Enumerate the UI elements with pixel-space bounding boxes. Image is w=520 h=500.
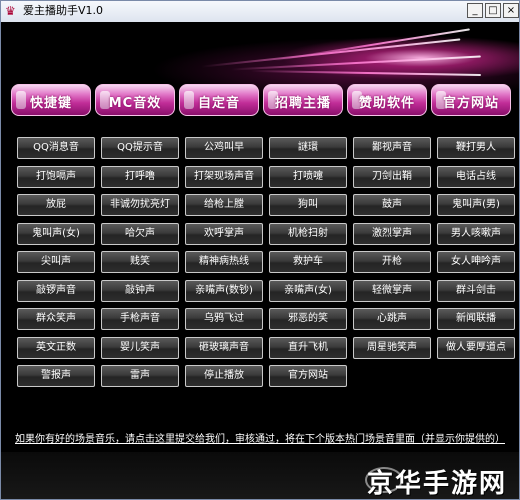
sound-button[interactable]: 鄙视声音: [353, 137, 431, 159]
sound-button[interactable]: 打呼噜: [101, 165, 179, 188]
close-button[interactable]: ×: [503, 3, 519, 18]
sound-button[interactable]: 群斗剑击: [437, 279, 515, 302]
sound-button[interactable]: 非诚勿扰亮灯: [101, 194, 179, 216]
sound-button[interactable]: 公鸡叫早: [185, 137, 263, 159]
sound-button[interactable]: 鬼叫声(女): [17, 222, 95, 245]
sound-button[interactable]: 刀剑出鞘: [353, 165, 431, 188]
sound-button[interactable]: 砸玻璃声音: [185, 336, 263, 359]
sound-button[interactable]: 新闻联播: [437, 308, 515, 330]
sound-button[interactable]: 周星驰笑声: [353, 336, 431, 359]
sound-button[interactable]: 做人要厚道点: [437, 336, 515, 359]
sound-button[interactable]: 停止播放: [185, 365, 263, 387]
sound-button[interactable]: 鼓声: [353, 194, 431, 216]
watermark-text: 京华手游网: [366, 469, 507, 499]
sound-button[interactable]: 机枪扫射: [269, 222, 347, 245]
sound-button[interactable]: 轻微掌声: [353, 279, 431, 302]
nav-label: MC音效: [108, 96, 162, 111]
title-bar[interactable]: ♛ 爱主播助手V1.0 _ □ ×: [1, 1, 519, 23]
minimize-button[interactable]: _: [467, 3, 483, 18]
sound-button[interactable]: 亲嘴声(女): [269, 279, 347, 302]
main-content: 快捷键 MC音效 自定音 招聘主播 赞助软件 官方网站 QQ消息音 QQ提示音 公鸡…: [1, 22, 519, 499]
sound-button[interactable]: 开枪: [353, 251, 431, 273]
nav-website-button[interactable]: 官方网站: [431, 84, 511, 116]
sound-button[interactable]: 贱笑: [101, 251, 179, 273]
sound-button[interactable]: 哈欠声: [101, 222, 179, 245]
sound-button[interactable]: 敲锣声音: [17, 279, 95, 302]
app-icon: ♛: [5, 4, 16, 18]
sound-button[interactable]: 打饱嗝声: [17, 165, 95, 188]
sound-button[interactable]: 打架现场声音: [185, 165, 263, 188]
nav-custom-sound-button[interactable]: 自定音: [179, 84, 259, 116]
window-title: 爱主播助手V1.0: [23, 4, 104, 17]
sound-button[interactable]: 官方网站: [269, 365, 347, 387]
sound-button[interactable]: 亲嘴声(数钞): [185, 279, 263, 302]
nav-bar: 快捷键 MC音效 自定音 招聘主播 赞助软件 官方网站: [1, 84, 519, 118]
sound-button[interactable]: 鞭打男人: [437, 137, 515, 159]
sound-button[interactable]: 鬼叫声(男): [437, 194, 515, 216]
sound-button[interactable]: 放屁: [17, 194, 95, 216]
sound-button[interactable]: 婴儿笑声: [101, 336, 179, 359]
sound-button[interactable]: 英文正数: [17, 336, 95, 359]
submit-notice-link[interactable]: 如果你有好的场景音乐，请点击这里提交给我们，审核通过，将在下个版本热门场景音里面…: [11, 430, 509, 445]
sound-button[interactable]: 男人咳嗽声: [437, 222, 515, 245]
sound-button[interactable]: 手枪声音: [101, 308, 179, 330]
sound-button[interactable]: QQ提示音: [101, 137, 179, 159]
sound-button[interactable]: 謎環: [269, 137, 347, 159]
sound-button[interactable]: 打喷嚏: [269, 165, 347, 188]
sound-button[interactable]: 救护车: [269, 251, 347, 273]
app-window: ♛ 爱主播助手V1.0 _ □ × 快捷键 MC音效 自定音 招聘主播 赞助软件…: [0, 0, 520, 500]
sound-button[interactable]: 乌鸦飞过: [185, 308, 263, 330]
nav-hotkey-button[interactable]: 快捷键: [11, 84, 91, 116]
sound-button[interactable]: 邪恶的笑: [269, 308, 347, 330]
sound-button[interactable]: 尖叫声: [17, 251, 95, 273]
nav-label: 赞助软件: [358, 96, 415, 111]
nav-label: 自定音: [197, 96, 240, 111]
sound-button[interactable]: 激烈掌声: [353, 222, 431, 245]
maximize-button[interactable]: □: [485, 3, 501, 18]
sound-button[interactable]: 狗叫: [269, 194, 347, 216]
nav-sponsor-button[interactable]: 赞助软件: [347, 84, 427, 116]
sound-button[interactable]: 直升飞机: [269, 336, 347, 359]
nav-mc-sound-button[interactable]: MC音效: [95, 84, 175, 116]
nav-recruit-button[interactable]: 招聘主播: [263, 84, 343, 116]
sound-button[interactable]: 精神病热线: [185, 251, 263, 273]
sound-button[interactable]: 群众笑声: [17, 308, 95, 330]
nav-label: 官方网站: [442, 96, 499, 111]
sound-button[interactable]: 女人呻吟声: [437, 251, 515, 273]
sound-button[interactable]: 欢呼掌声: [185, 222, 263, 245]
nav-label: 快捷键: [29, 96, 72, 111]
nav-label: 招聘主播: [274, 96, 331, 111]
sound-button[interactable]: 电话占线: [437, 165, 515, 188]
sound-button[interactable]: 雷声: [101, 365, 179, 387]
sound-button[interactable]: 警报声: [17, 365, 95, 387]
sound-button[interactable]: 给枪上膛: [185, 194, 263, 216]
sound-button[interactable]: 敲钟声: [101, 279, 179, 302]
sound-button[interactable]: 心跳声: [353, 308, 431, 330]
sound-button[interactable]: QQ消息音: [17, 137, 95, 159]
